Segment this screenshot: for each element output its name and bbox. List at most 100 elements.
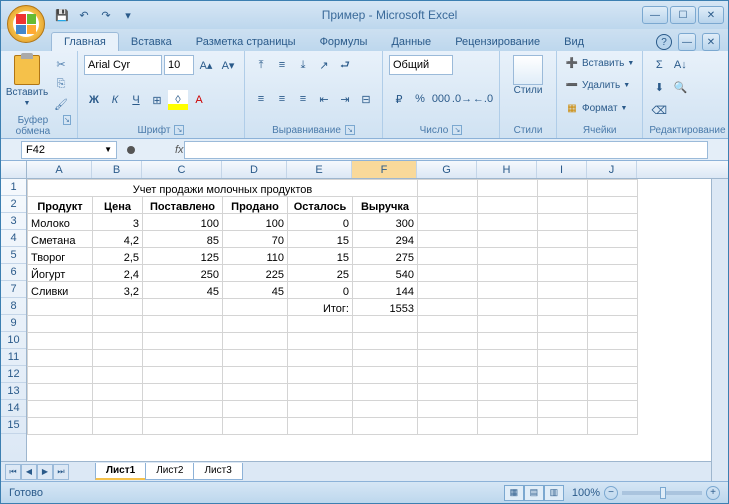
row-header[interactable]: 9 — [1, 315, 26, 332]
cell[interactable]: 2,5 — [93, 248, 143, 265]
row-header[interactable]: 10 — [1, 332, 26, 349]
cell[interactable] — [478, 350, 538, 367]
format-painter-icon[interactable]: 🖌 — [51, 95, 71, 113]
zoom-slider[interactable] — [622, 491, 702, 495]
cell[interactable] — [93, 418, 143, 435]
column-header[interactable]: A — [27, 161, 92, 178]
cell[interactable] — [28, 384, 93, 401]
cell[interactable] — [588, 384, 638, 401]
cell[interactable] — [418, 248, 478, 265]
cell[interactable] — [28, 299, 93, 316]
office-button[interactable] — [7, 5, 45, 43]
find-icon[interactable]: 🔍 — [670, 78, 690, 98]
row-header[interactable]: 12 — [1, 366, 26, 383]
cell[interactable] — [288, 333, 353, 350]
maximize-button[interactable]: ☐ — [670, 6, 696, 24]
cell[interactable] — [588, 333, 638, 350]
cell[interactable] — [223, 401, 288, 418]
cell[interactable]: Продано — [223, 197, 288, 214]
shrink-font-icon[interactable]: A▾ — [218, 55, 238, 75]
cell[interactable] — [93, 367, 143, 384]
tab-insert[interactable]: Вставка — [119, 33, 184, 51]
cell[interactable] — [93, 384, 143, 401]
name-box[interactable]: F42▼ — [21, 141, 117, 159]
cell[interactable] — [588, 316, 638, 333]
column-header[interactable]: G — [417, 161, 477, 178]
fill-icon[interactable]: ⬇ — [649, 78, 669, 98]
cell[interactable]: 225 — [223, 265, 288, 282]
fx-icon[interactable]: fx — [175, 144, 184, 156]
fill-color-icon[interactable]: ◊ — [168, 90, 188, 110]
cell[interactable] — [478, 384, 538, 401]
cell[interactable] — [478, 180, 538, 197]
cell[interactable] — [28, 333, 93, 350]
cell[interactable] — [478, 265, 538, 282]
cell[interactable] — [538, 367, 588, 384]
cell[interactable] — [538, 197, 588, 214]
cell[interactable] — [588, 350, 638, 367]
tab-nav-next-icon[interactable]: ▶ — [37, 464, 53, 480]
cell[interactable] — [143, 384, 223, 401]
cell[interactable] — [418, 299, 478, 316]
tab-data[interactable]: Данные — [379, 33, 443, 51]
sheet-tab[interactable]: Лист2 — [145, 463, 194, 480]
paste-button[interactable]: Вставить ▼ — [7, 55, 47, 113]
cell[interactable] — [478, 282, 538, 299]
cell[interactable] — [418, 265, 478, 282]
row-header[interactable]: 2 — [1, 196, 26, 213]
cell[interactable]: Сливки — [28, 282, 93, 299]
tab-review[interactable]: Рецензирование — [443, 33, 552, 51]
cell[interactable] — [538, 231, 588, 248]
number-dialog-launcher[interactable]: ↘ — [452, 125, 462, 135]
column-header[interactable]: B — [92, 161, 142, 178]
format-cells-button[interactable]: ▦Формат▼ — [563, 100, 636, 116]
sort-icon[interactable]: A↓ — [670, 55, 690, 75]
align-middle-icon[interactable]: ≡ — [272, 55, 292, 75]
cell[interactable] — [223, 367, 288, 384]
cell[interactable]: 4,2 — [93, 231, 143, 248]
close-workbook-button[interactable]: ✕ — [702, 33, 720, 51]
tab-nav-prev-icon[interactable]: ◀ — [21, 464, 37, 480]
row-header[interactable]: 3 — [1, 213, 26, 230]
cell[interactable]: 300 — [353, 214, 418, 231]
cell[interactable] — [478, 316, 538, 333]
cell[interactable] — [93, 316, 143, 333]
cell[interactable] — [143, 350, 223, 367]
cell[interactable]: 2,4 — [93, 265, 143, 282]
cell[interactable] — [418, 350, 478, 367]
column-header[interactable]: D — [222, 161, 287, 178]
cell[interactable] — [143, 418, 223, 435]
zoom-in-button[interactable]: + — [706, 486, 720, 500]
cell[interactable] — [418, 197, 478, 214]
cell[interactable] — [28, 401, 93, 418]
cell[interactable]: 15 — [288, 231, 353, 248]
cell[interactable] — [418, 214, 478, 231]
cell[interactable] — [143, 333, 223, 350]
cell[interactable] — [588, 214, 638, 231]
row-header[interactable]: 5 — [1, 247, 26, 264]
cell[interactable] — [353, 418, 418, 435]
cell[interactable] — [288, 384, 353, 401]
grow-font-icon[interactable]: A▴ — [196, 55, 216, 75]
sheet-tab[interactable]: Лист3 — [193, 463, 242, 480]
close-button[interactable]: ✕ — [698, 6, 724, 24]
cell[interactable]: Цена — [93, 197, 143, 214]
zoom-level[interactable]: 100% — [572, 487, 600, 499]
cell[interactable] — [223, 333, 288, 350]
cell[interactable] — [143, 299, 223, 316]
cell[interactable] — [288, 367, 353, 384]
cell[interactable] — [538, 401, 588, 418]
cell[interactable] — [478, 214, 538, 231]
cell[interactable] — [28, 316, 93, 333]
cell[interactable] — [28, 418, 93, 435]
cell[interactable] — [93, 299, 143, 316]
decrease-decimal-icon[interactable]: ←.0 — [473, 89, 493, 109]
cell[interactable]: 275 — [353, 248, 418, 265]
cell[interactable] — [588, 248, 638, 265]
align-left-icon[interactable]: ≡ — [251, 89, 271, 109]
delete-cells-button[interactable]: ➖Удалить▼ — [563, 78, 636, 94]
cell[interactable] — [478, 231, 538, 248]
cell[interactable] — [418, 180, 478, 197]
column-header[interactable]: E — [287, 161, 352, 178]
cell[interactable] — [478, 367, 538, 384]
